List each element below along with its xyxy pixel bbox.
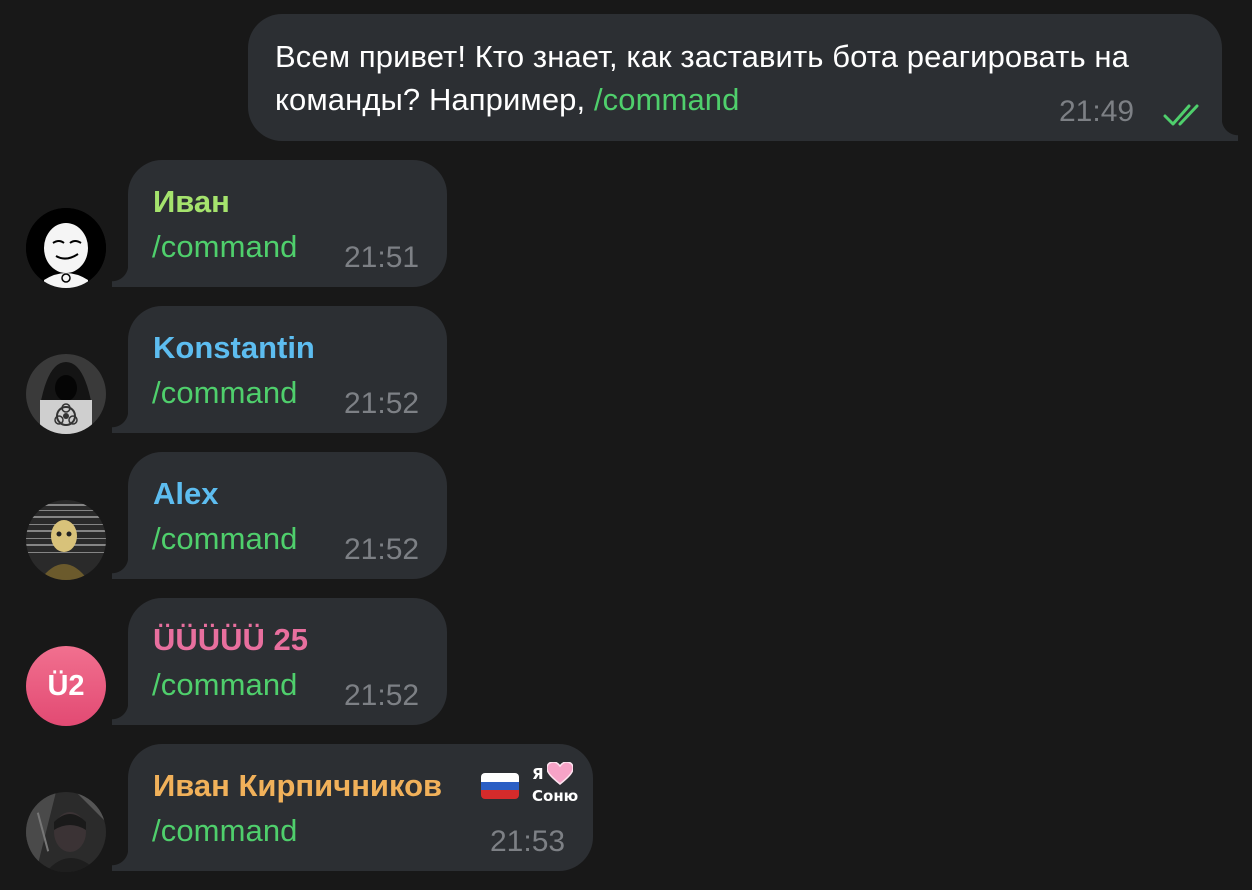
command-link[interactable]: /command (152, 809, 298, 852)
glitch-portrait-avatar[interactable] (26, 500, 106, 580)
message-text-line1: Всем привет! Кто знает, как заставить бо… (275, 39, 1129, 74)
message-text-line2: команды? Например, (275, 82, 594, 117)
sender-name[interactable]: Konstantin (153, 328, 315, 368)
incoming-message-bubble[interactable]: Иван Кирпичников Я Соню /command 21:53 (112, 744, 593, 871)
meme-face-avatar[interactable] (26, 208, 106, 288)
incoming-message-bubble[interactable]: ÜÜÜÜÜ 25 /command 21:52 (112, 598, 447, 725)
dark-portrait-avatar[interactable] (26, 792, 106, 872)
avatar-initials: Ü2 (47, 670, 85, 702)
message-time: 21:51 (344, 241, 420, 274)
russia-flag-icon (481, 773, 519, 799)
command-link[interactable]: /command (594, 82, 740, 117)
message-time: 21:52 (344, 533, 420, 566)
sender-name[interactable]: Иван Кирпичников (153, 766, 442, 806)
initials-avatar[interactable]: Ü2 (26, 646, 106, 726)
message-time: 21:52 (344, 679, 420, 712)
sticker-text-line1: Я (532, 765, 544, 783)
incoming-message-bubble[interactable]: Alex /command 21:52 (112, 452, 447, 579)
command-link[interactable]: /command (152, 225, 298, 268)
sender-name[interactable]: ÜÜÜÜÜ 25 (153, 620, 308, 660)
heart-icon (547, 762, 573, 785)
message-time: 21:52 (344, 387, 420, 420)
hooded-figure-biohazard-avatar[interactable] (26, 354, 106, 434)
message-time: 21:53 (490, 825, 566, 858)
command-link[interactable]: /command (152, 663, 298, 706)
double-check-icon (1163, 104, 1199, 126)
outgoing-message-bubble[interactable]: Всем привет! Кто знает, как заставить бо… (248, 14, 1238, 141)
emoji-sticker: Я Соню (528, 762, 578, 808)
command-link[interactable]: /command (152, 371, 298, 414)
incoming-message-bubble[interactable]: Иван /command 21:51 (112, 160, 447, 287)
sticker-text-line2: Соню (532, 787, 579, 805)
message-time: 21:49 (1059, 95, 1135, 128)
chat-view: Всем привет! Кто знает, как заставить бо… (0, 0, 1252, 890)
command-link[interactable]: /command (152, 517, 298, 560)
sender-name[interactable]: Иван (153, 182, 230, 222)
incoming-message-bubble[interactable]: Konstantin /command 21:52 (112, 306, 447, 433)
sender-name[interactable]: Alex (153, 474, 218, 514)
